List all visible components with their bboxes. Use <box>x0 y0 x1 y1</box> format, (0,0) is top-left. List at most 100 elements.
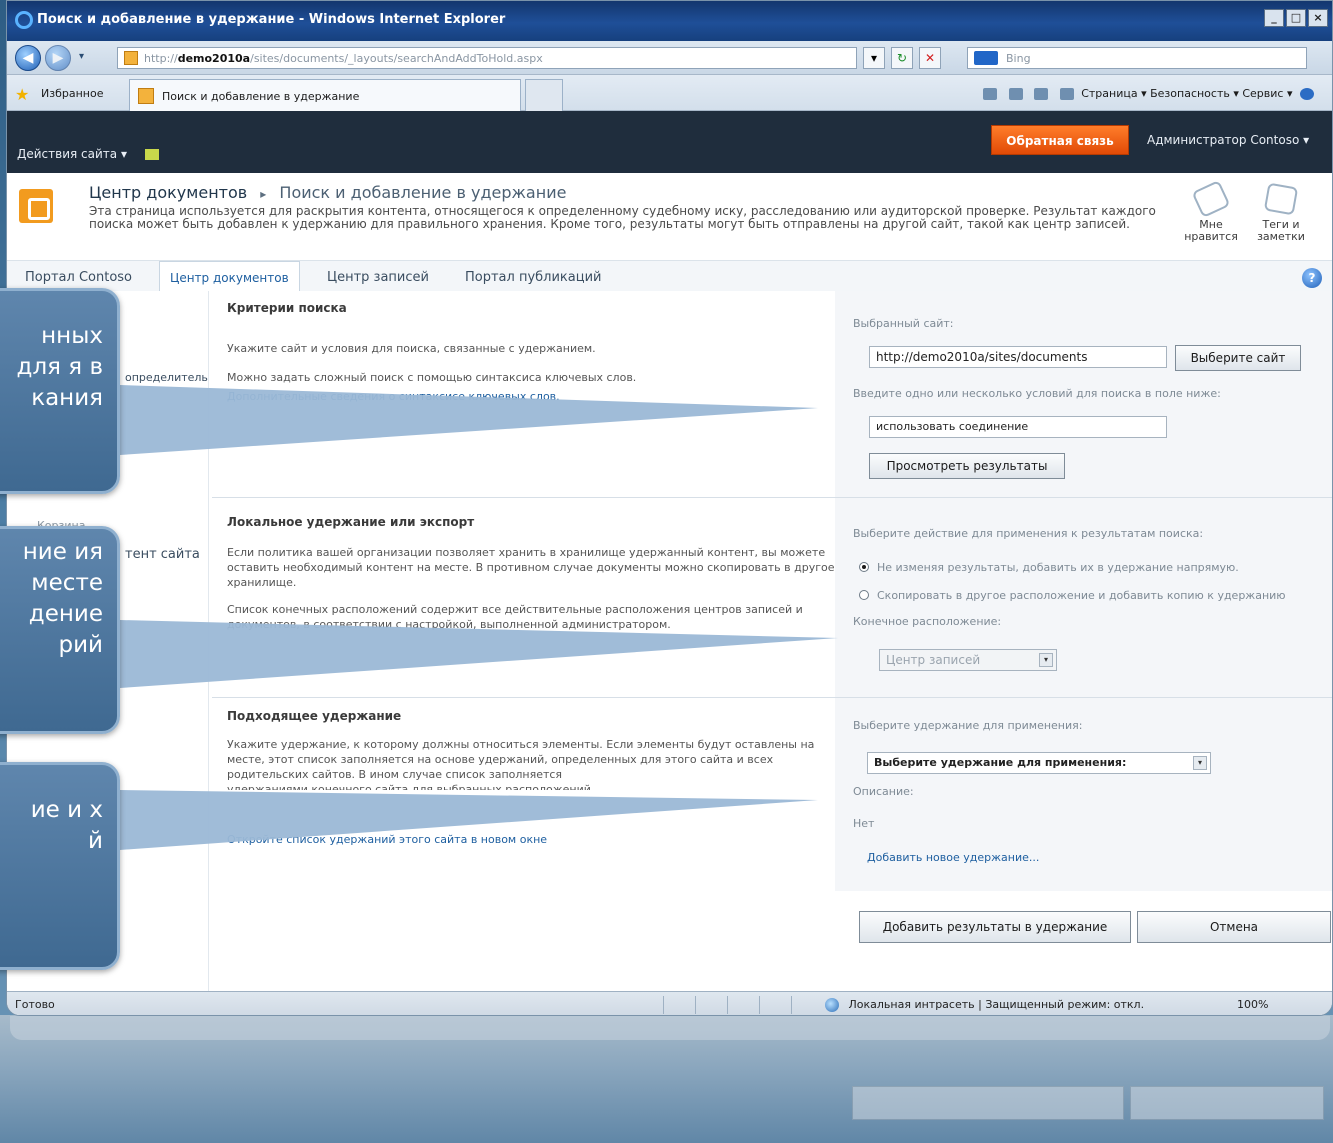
page-icon <box>124 51 138 65</box>
command-bar: Страница ▾ Безопасность ▾ Сервис ▾ <box>979 87 1318 100</box>
preview-results-button[interactable]: Просмотреть результаты <box>869 453 1065 479</box>
bing-logo-icon <box>974 51 998 65</box>
breadcrumb-site-link[interactable]: Центр документов <box>89 183 247 202</box>
local-hold-text-1: Если политика вашей организации позволяе… <box>227 546 835 589</box>
breadcrumb: Центр документов ▸ Поиск и добавление в … <box>89 183 566 202</box>
local-hold-title: Локальное удержание или экспорт <box>227 515 475 529</box>
maximize-button[interactable]: □ <box>1286 9 1306 27</box>
selected-site-field[interactable]: http://demo2010a/sites/documents <box>869 346 1167 368</box>
tags-notes-button[interactable]: Теги и заметки <box>1249 182 1313 243</box>
reflection-status-bar <box>10 1016 1330 1040</box>
help-menu-icon[interactable] <box>1300 88 1314 100</box>
close-button[interactable]: × <box>1308 9 1328 27</box>
radio-selected-icon <box>859 562 869 572</box>
search-input[interactable]: Bing <box>967 47 1307 69</box>
choose-hold-label: Выберите удержание для применения: <box>853 719 1083 732</box>
status-text: Готово <box>15 998 55 1011</box>
tags-notes-icon <box>1263 182 1299 216</box>
applicable-hold-text: Укажите удержание, к которому должны отн… <box>227 738 815 781</box>
help-icon[interactable]: ? <box>1302 268 1322 288</box>
site-logo-icon <box>19 189 53 223</box>
option-copy-elsewhere[interactable]: Скопировать в другое расположение и доба… <box>859 589 1332 602</box>
url-prefix: http:// <box>144 52 178 65</box>
leftnav-item-1[interactable]: определитель <box>125 371 208 384</box>
favorites-button[interactable]: Избранное <box>41 87 103 100</box>
open-holds-list-link[interactable]: Откройте список удержаний этого сайта в … <box>227 833 547 846</box>
feeds-icon[interactable] <box>1008 88 1023 100</box>
security-zone-label: Локальная интрасеть | Защищенный режим: … <box>848 998 1145 1011</box>
window-controls: _ □ × <box>1264 9 1328 27</box>
back-arrow-icon[interactable]: ◀ <box>15 45 41 71</box>
ie-logo-icon <box>15 11 33 29</box>
forward-arrow-icon[interactable]: ▶ <box>45 45 71 71</box>
action-label: Выберите действие для применения к резул… <box>853 527 1204 540</box>
choose-site-button[interactable]: Выберите сайт <box>1175 345 1301 371</box>
callout-1-text: нных для я в кания <box>16 323 103 411</box>
print-icon[interactable] <box>1059 88 1074 100</box>
navigate-up-icon[interactable] <box>144 149 159 160</box>
search-terms-field[interactable]: использовать соединение <box>869 416 1167 438</box>
callout-local-hold: ние ия месте дение рий <box>0 526 120 734</box>
breadcrumb-separator-icon: ▸ <box>260 187 267 201</box>
status-cells <box>663 996 823 1014</box>
tab-publishing-portal[interactable]: Портал публикаций <box>465 270 602 285</box>
cancel-button[interactable]: Отмена <box>1137 911 1331 943</box>
tab-portal-contoso[interactable]: Портал Contoso <box>25 270 132 285</box>
site-actions-menu[interactable]: Действия сайта ▾ <box>17 147 159 161</box>
url-path: /sites/documents/_layouts/searchAndAddTo… <box>250 52 543 65</box>
home-icon[interactable] <box>983 88 998 100</box>
main-content: определитель Корзина тент сайта Критерии… <box>7 291 1332 991</box>
page-title: Поиск и добавление в удержание <box>279 183 567 202</box>
leftnav-item-3[interactable]: тент сайта <box>125 547 200 562</box>
like-button[interactable]: Мне нравится <box>1179 179 1243 243</box>
hold-select-value: Выберите удержание для применения: <box>874 756 1127 769</box>
option-copy-elsewhere-label: Скопировать в другое расположение и доба… <box>877 589 1286 602</box>
mail-icon[interactable] <box>1034 88 1049 100</box>
browser-window: Поиск и добавление в удержание - Windows… <box>6 0 1333 1016</box>
command-menus[interactable]: Страница ▾ Безопасность ▾ Сервис ▾ <box>1081 87 1292 100</box>
refresh-icon[interactable]: ↻ <box>891 47 913 69</box>
section-divider-2 <box>212 697 1332 698</box>
destination-value: Центр записей <box>886 653 981 667</box>
tab-title: Поиск и добавление в удержание <box>162 90 360 103</box>
feedback-button[interactable]: Обратная связь <box>991 125 1129 155</box>
url-input[interactable]: http://demo2010a/sites/documents/_layout… <box>117 47 857 69</box>
destination-label: Конечное расположение: <box>853 615 1002 628</box>
site-actions-label: Действия сайта ▾ <box>17 147 127 161</box>
reflection-add-button <box>852 1086 1124 1120</box>
add-new-hold-link[interactable]: Добавить новое удержание... <box>867 851 1039 864</box>
browser-tab-active[interactable]: Поиск и добавление в удержание <box>129 79 521 111</box>
intranet-globe-icon <box>825 998 839 1012</box>
security-zone[interactable]: Локальная интрасеть | Защищенный режим: … <box>825 998 1144 1012</box>
stop-icon[interactable]: ✕ <box>919 47 941 69</box>
callout-2-text: ние ия месте дение рий <box>22 539 103 658</box>
top-navigation: Портал Contoso Центр документов Центр за… <box>7 261 1332 295</box>
new-tab-button[interactable] <box>525 79 563 111</box>
tab-document-center[interactable]: Центр документов <box>159 261 300 295</box>
zoom-level[interactable]: 100% <box>1237 998 1268 1011</box>
title-bar: Поиск и добавление в удержание - Windows… <box>7 1 1332 41</box>
chevron-down-icon: ▾ <box>1193 756 1207 770</box>
minimize-button[interactable]: _ <box>1264 9 1284 27</box>
local-hold-section: Локальное удержание или экспорт Если пол… <box>227 515 855 630</box>
user-menu[interactable]: Администратор Contoso ▾ <box>1147 133 1309 147</box>
hold-select[interactable]: Выберите удержание для применения: ▾ <box>867 752 1211 774</box>
add-to-hold-button[interactable]: Добавить результаты в удержание <box>859 911 1131 943</box>
local-hold-text-2: Список конечных расположений содержит вс… <box>227 603 803 630</box>
like-tag-icon <box>1191 179 1231 219</box>
keyword-syntax-link[interactable]: Дополнительные сведения о синтаксисе клю… <box>227 390 560 403</box>
option-keep-in-place[interactable]: Не изменяя результаты, добавить их в уде… <box>859 561 1239 574</box>
history-dropdown-icon[interactable]: ▾ <box>79 51 84 62</box>
sharepoint-ribbon: Действия сайта ▾ Обратная связь Админист… <box>7 111 1332 173</box>
url-dropdown-icon[interactable]: ▾ <box>863 47 885 69</box>
favorites-star-icon[interactable]: ★ <box>15 85 29 104</box>
search-placeholder: Bing <box>1006 52 1031 65</box>
search-terms-label: Введите одно или несколько условий для п… <box>853 387 1221 400</box>
window-title: Поиск и добавление в удержание - Windows… <box>37 12 506 27</box>
tab-records-center[interactable]: Центр записей <box>327 270 429 285</box>
destination-select: Центр записей ▾ <box>879 649 1057 671</box>
page-description: Эта страница используется для раскрытия … <box>89 204 1156 231</box>
reflection-cancel-button <box>1130 1086 1324 1120</box>
applicable-hold-section: Подходящее удержание Укажите удержание, … <box>227 709 855 847</box>
callout-3-text: ие и х й <box>30 797 103 854</box>
